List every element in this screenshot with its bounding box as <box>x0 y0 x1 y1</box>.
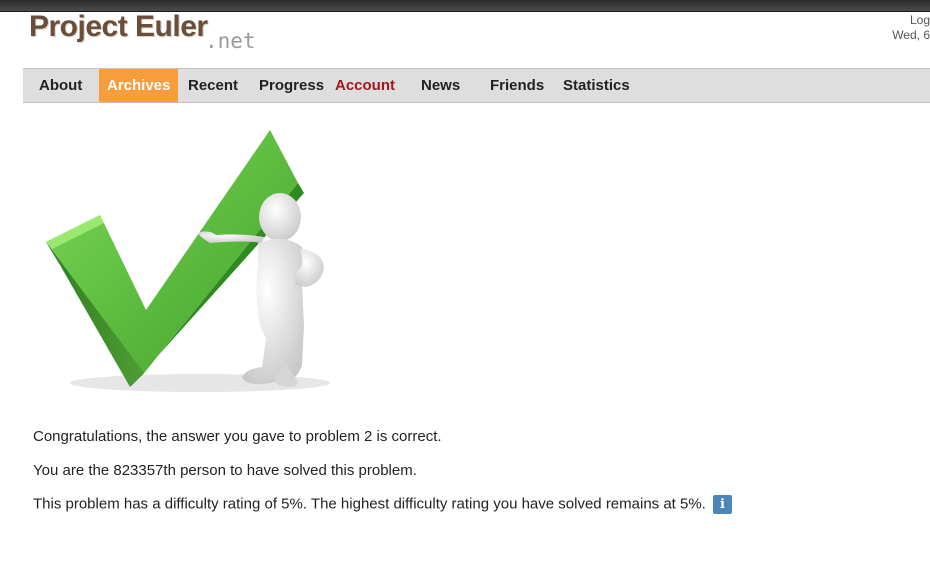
difficulty-message-row: This problem has a difficulty rating of … <box>33 495 733 514</box>
nav-news[interactable]: News <box>421 69 460 102</box>
site-logo-suffix: .net <box>205 29 256 53</box>
main-nav: About Archives Recent Progress Account N… <box>23 68 930 103</box>
checkmark-figure-illustration <box>46 130 330 392</box>
difficulty-message: This problem has a difficulty rating of … <box>33 495 706 513</box>
nav-progress[interactable]: Progress <box>259 69 324 102</box>
info-icon[interactable]: i <box>713 495 733 514</box>
site-logo[interactable]: Project Euler <box>29 10 208 44</box>
correct-answer-message: Congratulations, the answer you gave to … <box>33 428 442 445</box>
nav-statistics[interactable]: Statistics <box>563 69 630 102</box>
nav-about[interactable]: About <box>39 69 82 102</box>
logout-link[interactable]: Log <box>892 13 930 28</box>
solver-count-message: You are the 823357th person to have solv… <box>33 462 417 479</box>
nav-account[interactable]: Account <box>335 69 395 102</box>
nav-friends[interactable]: Friends <box>490 69 544 102</box>
user-info: Log Wed, 6 <box>892 13 930 43</box>
nav-archives[interactable]: Archives <box>99 69 179 102</box>
nav-recent[interactable]: Recent <box>188 69 238 102</box>
current-date: Wed, 6 <box>892 28 930 42</box>
